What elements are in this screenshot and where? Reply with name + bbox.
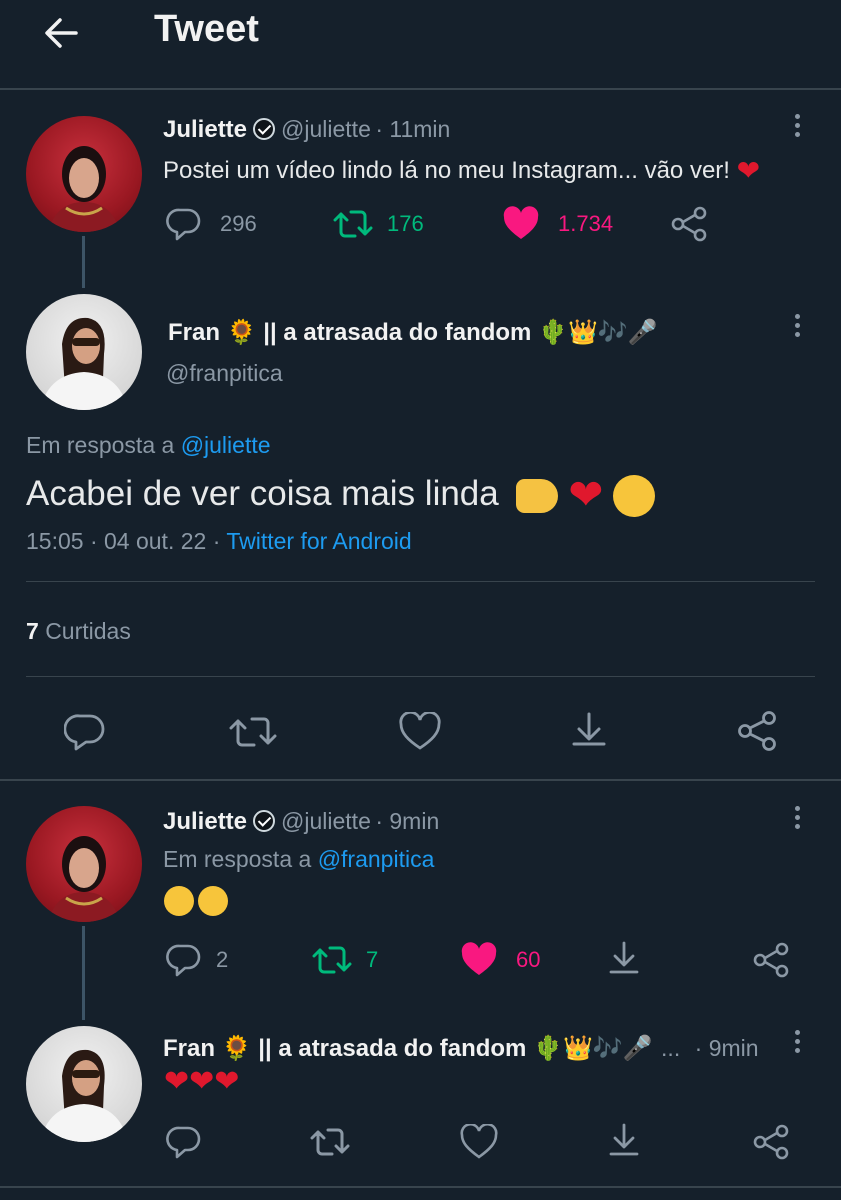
red-heart-emoji: ❤ [214, 1065, 240, 1098]
reply-context: Em resposta a @juliette [26, 432, 271, 459]
tweet4-body: ❤❤❤ [164, 1064, 239, 1099]
reply-icon[interactable] [64, 712, 106, 752]
avatar-image [40, 317, 128, 410]
avatar-image [48, 836, 120, 922]
retweet-count: 7 [366, 947, 379, 972]
red-heart-emoji: ❤ [164, 1065, 190, 1098]
retweet-icon[interactable] [310, 1124, 350, 1160]
tweet3-header: Juliette @juliette · 9min [163, 808, 439, 836]
retweet-count: 176 [387, 211, 424, 236]
heart-eyes-emoji [198, 886, 229, 916]
timestamp: 15:05 · 04 out. 22 · [26, 528, 221, 554]
retweet-icon[interactable] [228, 712, 278, 752]
avatar-juliette[interactable] [26, 806, 142, 922]
heart-eyes-emoji [164, 886, 194, 916]
pinching-hand-emoji [516, 478, 559, 513]
bottom-divider [0, 1186, 841, 1188]
reply-icon [166, 944, 201, 977]
header-divider [0, 88, 841, 90]
reply-icon [166, 208, 201, 241]
like-icon[interactable] [460, 1124, 498, 1160]
reply-button[interactable]: 2 [166, 942, 228, 978]
author-handle[interactable]: @juliette [281, 808, 371, 834]
like-icon [461, 942, 497, 975]
likes-count: 7 [26, 618, 39, 644]
author-name[interactable]: Juliette [163, 808, 247, 835]
reply-prefix: Em resposta a [163, 846, 312, 872]
divider [26, 676, 815, 677]
red-heart-emoji: ❤ [568, 471, 604, 518]
like-count: 60 [516, 947, 541, 972]
like-icon [503, 206, 539, 239]
like-button[interactable]: 1.734 [502, 206, 613, 242]
reply-to-link[interactable]: @franpitica [318, 846, 435, 872]
more-icon[interactable] [794, 114, 802, 141]
red-heart-emoji: ❤ [736, 155, 761, 186]
tweet4-header: Fran 🌻 || a atrasada do fandom 🌵👑🎶🎤 ... … [163, 1034, 778, 1063]
reply-count: 296 [220, 211, 257, 236]
reply-context: Em resposta a @franpitica [163, 846, 434, 873]
author-name[interactable]: Juliette [163, 116, 247, 143]
bookmark-icon[interactable] [606, 940, 642, 978]
author-name[interactable]: Fran 🌻 || a atrasada do fandom 🌵👑🎶🎤 [163, 1035, 653, 1062]
tweet-text: Postei um vídeo lindo lá no meu Instagra… [163, 157, 730, 184]
author-handle[interactable]: @franpitica [166, 360, 283, 387]
sneezing-face-emoji [613, 474, 656, 517]
back-arrow-icon[interactable] [40, 12, 82, 54]
reply-prefix: Em resposta a [26, 432, 175, 458]
section-divider [0, 779, 841, 781]
share-icon[interactable] [752, 942, 790, 978]
share-icon[interactable] [752, 1124, 790, 1160]
more-icon[interactable] [794, 314, 802, 341]
more-icon[interactable] [794, 1030, 802, 1057]
like-count: 1.734 [558, 211, 614, 236]
verified-icon [253, 810, 276, 832]
likes-summary[interactable]: 7 Curtidas [26, 618, 131, 645]
tweet1-header: Juliette @juliette · 11min [163, 116, 450, 144]
tweet1-body: Postei um vídeo lindo lá no meu Instagra… [163, 154, 760, 187]
tweet-time: · 11min [375, 116, 451, 142]
retweet-icon [333, 210, 373, 238]
tweet-time: · 9min [375, 808, 440, 834]
like-icon[interactable] [398, 712, 442, 752]
tweet-time: · 9min [694, 1035, 759, 1061]
reply-button[interactable]: 296 [166, 206, 257, 242]
like-button[interactable]: 60 [460, 942, 540, 978]
author-handle[interactable]: @juliette [281, 116, 371, 142]
verified-icon [253, 118, 276, 140]
author-name[interactable]: Fran 🌻 || a atrasada do fandom 🌵👑🎶🎤 [168, 318, 658, 347]
bookmark-icon[interactable] [568, 710, 610, 752]
tweet-meta: 15:05 · 04 out. 22 · Twitter for Android [26, 528, 412, 555]
more-icon[interactable] [794, 806, 802, 833]
source-link[interactable]: Twitter for Android [226, 528, 411, 554]
retweet-button[interactable]: 7 [312, 942, 378, 978]
bookmark-icon[interactable] [606, 1122, 642, 1160]
reply-count: 2 [216, 947, 229, 972]
avatar-image [48, 146, 120, 232]
avatar-fran[interactable] [26, 294, 142, 410]
reply-to-link[interactable]: @juliette [181, 432, 271, 458]
avatar-image [40, 1049, 128, 1142]
main-tweet-body: Acabei de ver coisa mais linda ❤ [26, 470, 656, 519]
page-title: Tweet [154, 8, 259, 50]
name-ellipsis: ... [661, 1035, 681, 1061]
red-heart-emoji: ❤ [189, 1065, 215, 1098]
reply-icon[interactable] [166, 1124, 202, 1160]
top-bar: Tweet [0, 0, 841, 88]
likes-label: Curtidas [45, 618, 131, 644]
thread-line [82, 926, 85, 1020]
retweet-icon [312, 946, 352, 974]
avatar-fran[interactable] [26, 1026, 142, 1142]
share-icon[interactable] [670, 206, 708, 242]
share-icon[interactable] [736, 710, 778, 752]
tweet-text: Acabei de ver coisa mais linda [26, 474, 499, 513]
retweet-button[interactable]: 176 [333, 206, 424, 242]
tweet3-body [164, 886, 229, 916]
divider [26, 581, 815, 582]
thread-line [82, 236, 85, 288]
avatar-juliette[interactable] [26, 116, 142, 232]
